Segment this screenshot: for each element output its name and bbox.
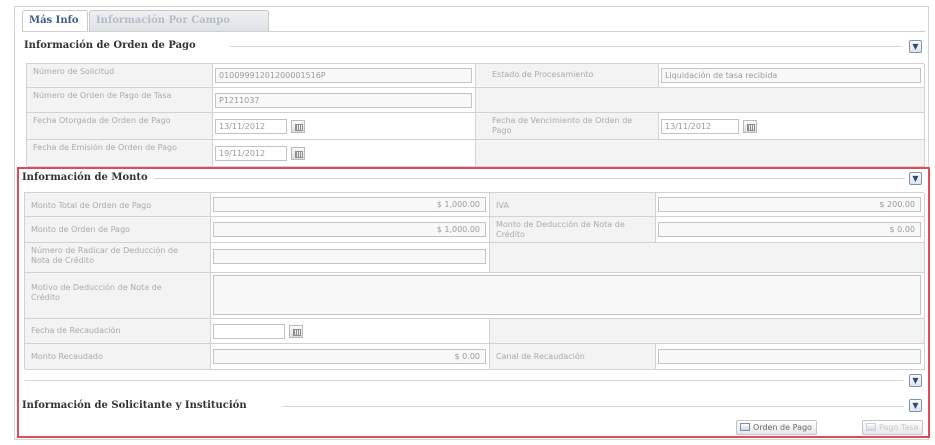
value-cell: 13/11/2012 [213, 113, 476, 140]
chevron-down-icon[interactable]: ▼ [909, 172, 922, 185]
value-cell [211, 273, 925, 319]
fecha-recaudacion-label: Fecha de Recaudación [31, 326, 121, 335]
calendar-icon[interactable] [743, 120, 757, 133]
canal-recaudacion-field[interactable] [658, 349, 921, 364]
label-cell: Monto de Deducción de Nota de Crédito [490, 217, 656, 243]
label-cell: Estado de Procesamiento [476, 64, 659, 88]
empty-cell [476, 88, 925, 113]
pago-tasa-button[interactable]: Pago Tasa [862, 420, 924, 435]
monto-orden-field[interactable]: $ 1,000.00 [213, 222, 486, 237]
label-cell: Número de Radicar de Deducción de Nota d… [25, 243, 211, 273]
section-title-solicitante: Información de Solicitante y Institución [22, 400, 253, 411]
section-divider [282, 406, 904, 407]
value-cell [656, 344, 925, 370]
label-cell: Fecha de Emisión de Orden de Pago [27, 140, 213, 167]
iva-label: IVA [496, 201, 509, 210]
label-cell: Monto Total de Orden de Pago [25, 193, 211, 217]
label-cell: Motivo de Deducción de Nota de Crédito [25, 273, 211, 319]
monto-orden-label: Monto de Orden de Pago [31, 225, 130, 234]
fecha-vencimiento-label: Fecha de Vencimiento de Orden de Pago [492, 116, 633, 135]
label-cell: Número de Orden de Pago de Tasa [27, 88, 213, 113]
value-cell [211, 319, 490, 344]
estado-procesamiento-label: Estado de Procesamiento [492, 70, 594, 79]
value-cell: $ 0.00 [656, 217, 925, 243]
numero-orden-field[interactable]: P1211037 [215, 93, 472, 108]
fecha-recaudacion-field[interactable] [213, 324, 285, 339]
chevron-down-icon[interactable]: ▼ [909, 40, 922, 53]
canal-recaudacion-label: Canal de Recaudación [496, 352, 585, 361]
fecha-emision-field[interactable]: 19/11/2012 [215, 146, 287, 161]
monto-recaudado-label: Monto Recaudado [31, 352, 103, 361]
value-cell: 19/11/2012 [213, 140, 476, 167]
motivo-deduccion-label: Motivo de Deducción de Nota de Crédito [31, 283, 162, 302]
numero-solicitud-field[interactable]: 01009991201200001516P [215, 68, 472, 83]
label-cell: IVA [490, 193, 656, 217]
orden-de-pago-button[interactable]: Orden de Pago [736, 420, 817, 435]
chevron-down-icon[interactable]: ▼ [909, 399, 922, 412]
empty-cell [476, 140, 925, 167]
section-divider [230, 46, 902, 47]
label-cell: Fecha de Vencimiento de Orden de Pago [476, 113, 659, 140]
section-title-orden-pago: Información de Orden de Pago [24, 40, 202, 51]
calendar-icon[interactable] [291, 147, 305, 160]
value-cell: Liquidación de tasa recibida [659, 64, 925, 88]
empty-cell [490, 319, 925, 344]
value-cell: P1211037 [213, 88, 476, 113]
value-cell: 13/11/2012 [659, 113, 925, 140]
value-cell: 01009991201200001516P [213, 64, 476, 88]
empty-cell [490, 243, 925, 273]
numero-radicar-field[interactable] [213, 249, 486, 264]
value-cell: $ 200.00 [656, 193, 925, 217]
section-divider [140, 178, 905, 179]
monto-deduccion-label: Monto de Deducción de Nota de Crédito [496, 220, 625, 239]
value-cell: $ 1,000.00 [211, 217, 490, 243]
section-title-monto: Información de Monto [22, 172, 154, 183]
label-cell: Monto de Orden de Pago [25, 217, 211, 243]
tab-informacion-por-campo[interactable]: Información Por Campo [89, 10, 269, 32]
fecha-otorgada-label: Fecha Otorgada de Orden de Pago [33, 116, 171, 125]
monto-panel: Monto Total de Orden de Pago $ 1,000.00 … [24, 192, 925, 370]
numero-solicitud-label: Número de Solicitud [33, 67, 115, 76]
monto-deduccion-field[interactable]: $ 0.00 [658, 222, 921, 237]
tab-divider [22, 31, 925, 32]
numero-radicar-label: Número de Radicar de Deducción de Nota d… [31, 246, 178, 265]
fecha-emision-label: Fecha de Emisión de Orden de Pago [33, 143, 177, 152]
label-cell: Monto Recaudado [25, 344, 211, 370]
orden-de-pago-button-label: Orden de Pago [753, 423, 812, 432]
tab-mas-info[interactable]: Más Info [22, 10, 88, 32]
calendar-icon[interactable] [289, 325, 303, 338]
iva-field[interactable]: $ 200.00 [658, 197, 921, 212]
value-cell [211, 243, 490, 273]
numero-orden-label: Número de Orden de Pago de Tasa [33, 91, 172, 100]
fecha-otorgada-field[interactable]: 13/11/2012 [215, 119, 287, 134]
label-cell: Fecha Otorgada de Orden de Pago [27, 113, 213, 140]
estado-procesamiento-field[interactable]: Liquidación de tasa recibida [661, 68, 921, 83]
fecha-vencimiento-field[interactable]: 13/11/2012 [661, 119, 739, 134]
section-divider [24, 380, 904, 381]
monto-total-field[interactable]: $ 1,000.00 [213, 197, 486, 212]
label-cell: Fecha de Recaudación [25, 319, 211, 344]
monto-recaudado-field[interactable]: $ 0.00 [213, 349, 486, 364]
print-icon [740, 423, 750, 431]
label-cell: Número de Solicitud [27, 64, 213, 88]
orden-pago-panel: Número de Solicitud 01009991201200001516… [26, 63, 925, 167]
chevron-down-icon[interactable]: ▼ [909, 374, 922, 387]
print-icon [866, 423, 876, 431]
label-cell: Canal de Recaudación [490, 344, 656, 370]
motivo-deduccion-textarea[interactable] [213, 275, 921, 315]
value-cell: $ 0.00 [211, 344, 490, 370]
monto-total-label: Monto Total de Orden de Pago [31, 201, 152, 210]
pago-tasa-button-label: Pago Tasa [879, 423, 919, 432]
calendar-icon[interactable] [291, 120, 305, 133]
value-cell: $ 1,000.00 [211, 193, 490, 217]
